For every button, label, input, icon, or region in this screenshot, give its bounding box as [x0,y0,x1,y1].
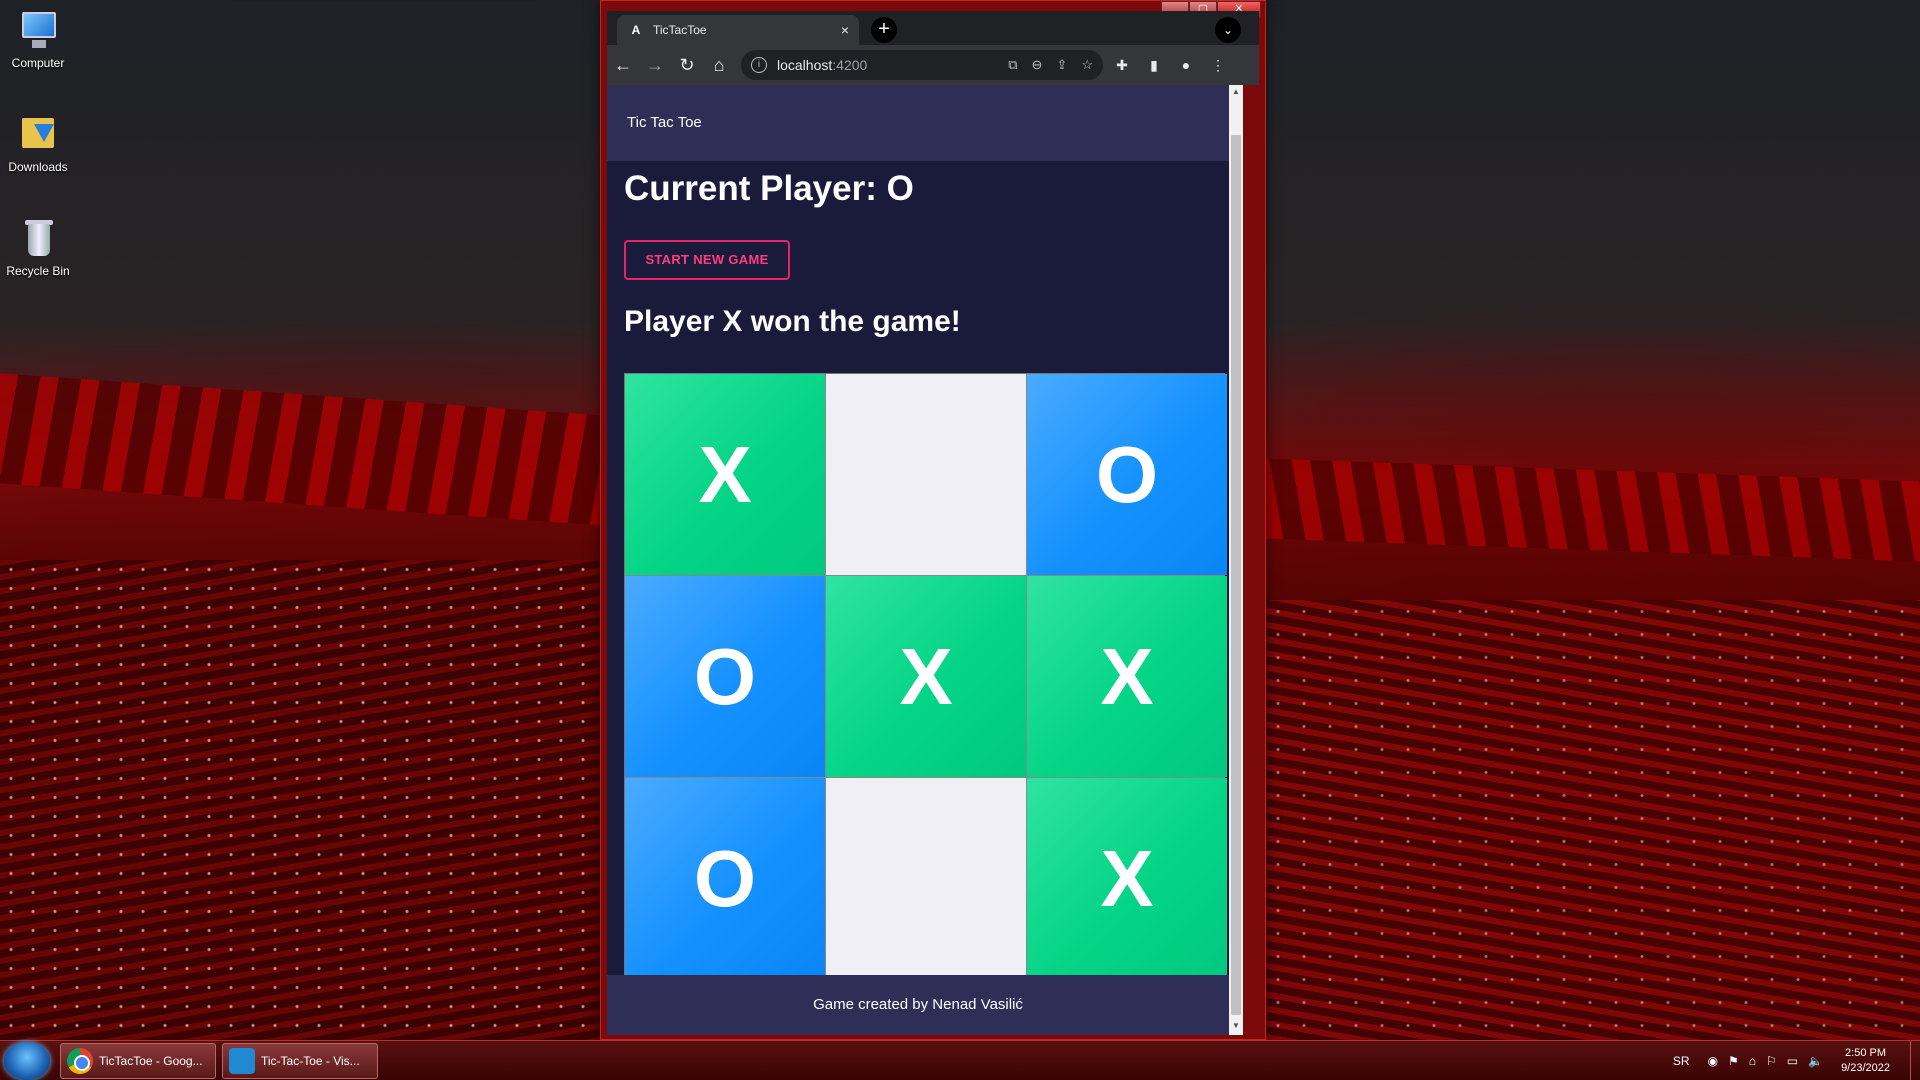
board-cell[interactable]: X [826,576,1026,777]
action-center-flag-icon[interactable]: ⚐ [1766,1054,1777,1068]
taskbar-item-label: Tic-Tac-Toe - Vis... [261,1054,360,1068]
reload-icon[interactable]: ↻ [671,49,703,81]
board-cell[interactable] [826,374,1026,575]
board-cell[interactable] [826,778,1026,979]
site-info-icon[interactable]: i [751,57,767,73]
forward-arrow-icon[interactable]: → [639,49,671,81]
bookmark-star-icon[interactable]: ☆ [1081,57,1093,73]
display-icon[interactable]: ▭ [1787,1054,1798,1068]
extensions-icon[interactable]: ✚ [1111,57,1133,74]
share-icon[interactable]: ⇪ [1056,57,1067,73]
tab-strip: A TicTacToe × + ⌄ [607,11,1259,45]
board-cell[interactable]: O [625,576,825,777]
wallpaper-stadium-roof [1265,458,1920,562]
board-cell[interactable]: O [625,778,825,979]
security-shield-icon[interactable]: ◉ [1708,1054,1718,1068]
side-panel-icon[interactable]: ▮ [1143,57,1165,74]
wallpaper-stands [0,560,605,1040]
scrollbar-thumb[interactable] [1231,135,1241,1015]
desktop-icon-recycle-bin[interactable]: Recycle Bin [2,216,74,278]
scroll-up-arrow-icon[interactable]: ▲ [1231,87,1241,99]
wallpaper-stadium-roof [0,373,620,527]
volume-icon[interactable]: 🔈 [1808,1054,1823,1068]
start-button[interactable] [4,1042,50,1080]
recycle-bin-icon [16,216,60,260]
wallpaper-stands [1265,600,1920,1040]
page-viewport: Tic Tac Toe Current Player: O START NEW … [607,85,1243,1035]
winner-message: Player X won the game! [624,305,961,338]
new-tab-button[interactable]: + [871,17,897,43]
footer-credit: Game created by Nenad Vasilić [813,996,1023,1013]
board-cell[interactable]: X [625,374,825,575]
zoom-icon[interactable]: ⊖ [1032,57,1043,73]
desktop-icon-label: Downloads [8,160,68,174]
clock[interactable]: 2:50 PM 9/23/2022 [1841,1046,1890,1076]
tab-tictactoe[interactable]: A TicTacToe × [617,15,859,45]
vscode-icon [229,1048,255,1074]
start-new-game-button[interactable]: START NEW GAME [624,240,790,280]
taskbar: TicTacToe - Goog... Tic-Tac-Toe - Vis...… [0,1040,1920,1080]
taskbar-item-label: TicTacToe - Goog... [99,1054,203,1068]
game-board: XOOXXOX [624,373,1227,979]
app-title: Tic Tac Toe [627,114,702,131]
scroll-down-arrow-icon[interactable]: ▼ [1231,1021,1241,1033]
show-desktop-button[interactable] [1910,1041,1920,1080]
back-arrow-icon[interactable]: ← [607,49,639,81]
clock-time: 2:50 PM [1845,1047,1887,1059]
home-icon[interactable]: ⌂ [703,49,735,81]
browser-window: ▁ ▢ ✕ A TicTacToe × + ⌄ ← → ↻ ⌂ i localh… [600,0,1266,1040]
menu-kebab-icon[interactable]: ⋮ [1207,57,1229,74]
page-scrollbar[interactable]: ▲ ▼ [1229,85,1243,1035]
chrome-icon [67,1048,93,1074]
angular-favicon-icon: A [631,23,641,37]
desktop-icon-computer[interactable]: Computer [2,8,74,70]
current-player-heading: Current Player: O [624,169,914,208]
browser-toolbar: ← → ↻ ⌂ i localhost:4200 ⧉ ⊖ ⇪ ☆ ✚ ▮ ● ⋮ [607,45,1259,85]
app-footer: Game created by Nenad Vasilić [607,975,1229,1035]
address-bar[interactable]: i localhost:4200 ⧉ ⊖ ⇪ ☆ [741,50,1103,80]
url-host: localhost [777,57,833,73]
profile-avatar-icon[interactable]: ● [1175,57,1197,74]
board-cell[interactable]: X [1027,576,1227,777]
tab-close-icon[interactable]: × [841,22,849,38]
tab-search-button[interactable]: ⌄ [1215,17,1241,43]
computer-icon [16,8,60,52]
system-tray: SR ◉ ⚑ ⌂ ⚐ ▭ 🔈 2:50 PM 9/23/2022 [1673,1041,1920,1080]
language-indicator[interactable]: SR [1673,1054,1690,1068]
app-header: Tic Tac Toe [607,85,1229,161]
translate-icon[interactable]: ⧉ [1008,57,1017,73]
desktop-icon-label: Computer [11,56,65,70]
network-icon[interactable]: ⚑ [1728,1054,1739,1068]
taskbar-item-vscode[interactable]: Tic-Tac-Toe - Vis... [222,1043,378,1079]
taskbar-item-chrome[interactable]: TicTacToe - Goog... [60,1043,216,1079]
desktop-icon-downloads[interactable]: Downloads [2,112,74,174]
board-cell[interactable]: O [1027,374,1227,575]
downloads-folder-icon [16,112,60,156]
url-port: :4200 [832,57,868,73]
tab-title: TicTacToe [653,23,707,37]
usb-icon[interactable]: ⌂ [1749,1054,1756,1068]
board-cell[interactable]: X [1027,778,1227,979]
clock-date: 9/23/2022 [1841,1062,1890,1074]
desktop-icon-label: Recycle Bin [6,264,70,278]
